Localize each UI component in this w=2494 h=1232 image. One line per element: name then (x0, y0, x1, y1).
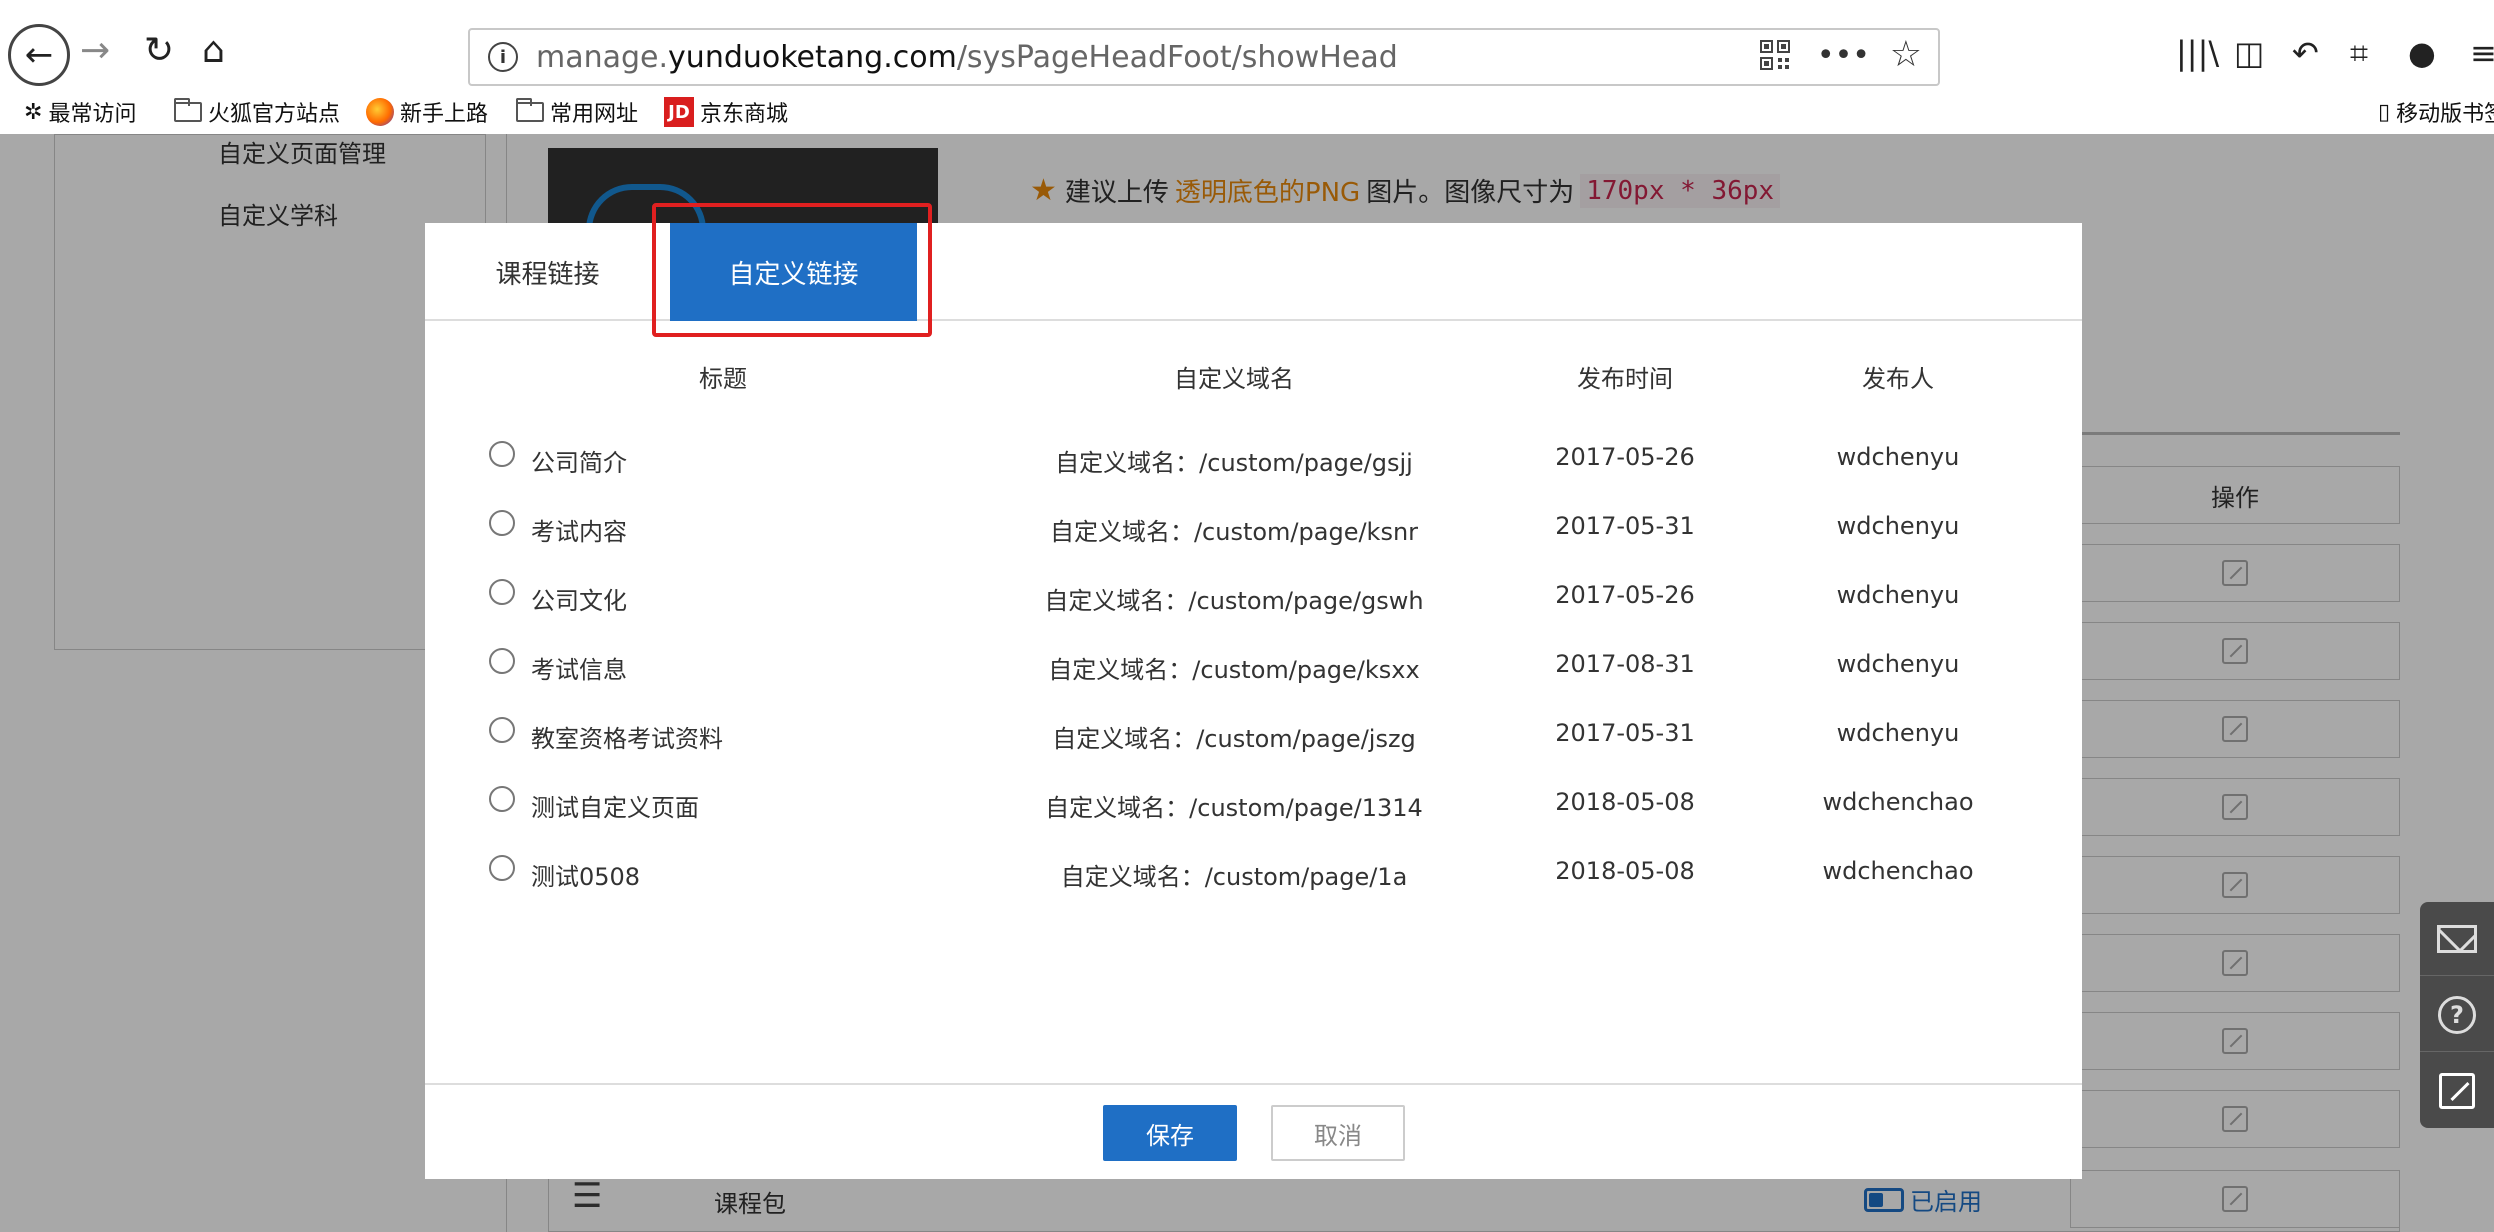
row-author: wdchenyu (1836, 581, 1960, 609)
table-row[interactable]: 测试自定义页面 自定义域名：/custom/page/1314 2018-05-… (425, 768, 2082, 837)
bookmark-new-user[interactable]: 新手上路 (366, 96, 488, 128)
forward-button[interactable]: → (80, 30, 110, 71)
row-title: 测试0508 (531, 863, 641, 891)
cancel-button[interactable]: 取消 (1271, 1105, 1405, 1161)
row-radio[interactable] (489, 441, 515, 467)
row-domain: 自定义域名：/custom/page/ksnr (1049, 518, 1419, 546)
bookmark-star-icon[interactable]: ☆ (1890, 34, 1922, 75)
crop-icon[interactable]: ⌗ (2350, 34, 2368, 73)
reload-icon: ↻ (144, 30, 175, 71)
row-title: 考试内容 (531, 518, 627, 546)
column-header-date: 发布时间 (1577, 365, 1673, 393)
row-radio[interactable] (489, 579, 515, 605)
row-domain: 自定义域名：/custom/page/1314 (1045, 794, 1423, 822)
folder-icon (174, 98, 202, 122)
home-icon: ⌂ (202, 30, 225, 71)
column-header-title: 标题 (699, 365, 747, 393)
firefox-icon (366, 98, 394, 126)
mail-icon (2437, 924, 2477, 953)
row-radio[interactable] (489, 648, 515, 674)
question-icon: ? (2438, 995, 2476, 1034)
arrow-right-icon: → (80, 30, 111, 71)
table-row[interactable]: 测试0508 自定义域名：/custom/page/1a 2018-05-08 … (425, 837, 2082, 906)
row-date: 2017-08-31 (1555, 650, 1695, 678)
row-date: 2017-05-26 (1555, 443, 1695, 471)
row-date: 2017-05-31 (1555, 719, 1695, 747)
home-button[interactable]: ⌂ (202, 30, 225, 71)
more-actions-icon[interactable]: ••• (1817, 38, 1870, 73)
arrow-left-icon: ← (24, 35, 54, 75)
row-author: wdchenyu (1836, 719, 1960, 747)
reload-button[interactable]: ↻ (144, 30, 174, 71)
table-row[interactable]: 考试信息 自定义域名：/custom/page/ksxx 2017-08-31 … (425, 630, 2082, 699)
row-title: 公司文化 (531, 587, 627, 615)
gear-icon: ✲ (24, 99, 43, 125)
help-button[interactable]: ? (2420, 978, 2494, 1052)
address-bar[interactable]: i manage.yunduoketang.com/sysPageHeadFoo… (468, 28, 1940, 86)
row-domain: 自定义域名：/custom/page/gswh (1044, 587, 1424, 615)
qr-code-icon[interactable] (1760, 40, 1790, 70)
bookmark-most-visited[interactable]: ✲ 最常访问 (24, 96, 136, 128)
modal-footer-divider (425, 1083, 2082, 1085)
row-date: 2017-05-26 (1555, 581, 1695, 609)
row-domain: 自定义域名：/custom/page/gsjj (1055, 449, 1413, 477)
feedback-button[interactable] (2420, 1054, 2494, 1128)
undo-arrow-icon[interactable]: ↶ (2292, 34, 2319, 72)
url-text[interactable]: manage.yunduoketang.com/sysPageHeadFoot/… (536, 40, 1398, 75)
row-radio[interactable] (489, 855, 515, 881)
row-domain: 自定义域名：/custom/page/jszg (1052, 725, 1416, 753)
save-button[interactable]: 保存 (1103, 1105, 1237, 1161)
row-title: 公司简介 (531, 449, 627, 477)
tab-course-link[interactable]: 课程链接 (425, 223, 670, 321)
row-author: wdchenyu (1836, 512, 1960, 540)
info-icon[interactable]: i (488, 42, 518, 72)
folder-icon (516, 98, 544, 122)
row-author: wdchenyu (1836, 650, 1960, 678)
back-button[interactable]: ← (8, 24, 70, 86)
row-domain: 自定义域名：/custom/page/1a (1060, 863, 1408, 891)
link-picker-modal: 课程链接 自定义链接 标题 自定义域名 发布时间 发布人 公司简介 自定义域名：… (425, 223, 2082, 1179)
table-row[interactable]: 公司简介 自定义域名：/custom/page/gsjj 2017-05-26 … (425, 423, 2082, 492)
row-radio[interactable] (489, 717, 515, 743)
bookmark-common-sites[interactable]: 常用网址 (516, 96, 638, 128)
message-button[interactable] (2420, 902, 2494, 976)
mobile-phone-icon: ▯ (2378, 99, 2391, 125)
table-row[interactable]: 教室资格考试资料 自定义域名：/custom/page/jszg 2017-05… (425, 699, 2082, 768)
bookmark-firefox-official[interactable]: 火狐官方站点 (174, 96, 340, 128)
column-header-domain: 自定义域名 (1174, 365, 1294, 393)
column-header-author: 发布人 (1862, 365, 1934, 393)
row-date: 2018-05-08 (1555, 857, 1695, 885)
floating-toolbar: ? (2420, 902, 2494, 1128)
bookmark-jd-mall[interactable]: JD 京东商城 (664, 96, 788, 128)
row-title: 测试自定义页面 (531, 794, 699, 822)
edit-note-icon (2439, 1073, 2475, 1109)
browser-toolbar: ← → ↻ ⌂ i manage.yunduoketang.com/sysPag… (0, 0, 2494, 86)
tab-highlight-box (652, 203, 932, 337)
row-date: 2018-05-08 (1555, 788, 1695, 816)
jd-logo-icon: JD (664, 97, 694, 127)
table-row[interactable]: 公司文化 自定义域名：/custom/page/gswh 2017-05-26 … (425, 561, 2082, 630)
library-icon[interactable]: |||\ (2176, 34, 2219, 72)
menu-icon[interactable]: ≡ (2470, 34, 2494, 72)
row-title: 考试信息 (531, 656, 627, 684)
row-radio[interactable] (489, 510, 515, 536)
row-radio[interactable] (489, 786, 515, 812)
row-author: wdchenyu (1836, 443, 1960, 471)
bookmark-mobile[interactable]: ▯移动版书签 (2378, 96, 2494, 128)
sidebar-toggle-icon[interactable]: ◫ (2234, 34, 2264, 72)
row-title: 教室资格考试资料 (531, 725, 723, 753)
chat-bubble-icon[interactable]: ● (2408, 34, 2436, 72)
table-row[interactable]: 考试内容 自定义域名：/custom/page/ksnr 2017-05-31 … (425, 492, 2082, 561)
row-domain: 自定义域名：/custom/page/ksxx (1048, 656, 1420, 684)
row-author: wdchenchao (1822, 857, 1974, 885)
row-date: 2017-05-31 (1555, 512, 1695, 540)
row-author: wdchenchao (1822, 788, 1974, 816)
